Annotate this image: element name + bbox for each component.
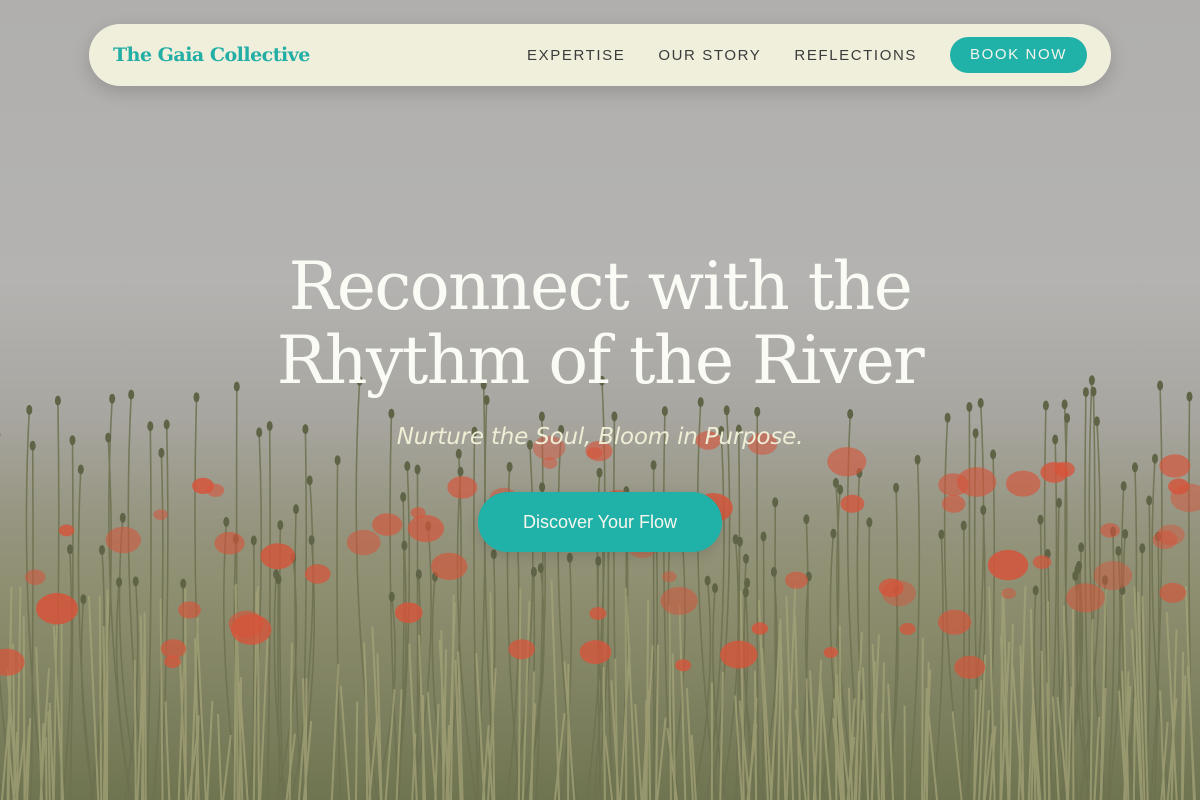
nav-links: EXPERTISE OUR STORY REFLECTIONS BOOK NOW bbox=[527, 37, 1087, 73]
brand-logo[interactable]: The Gaia Collective bbox=[113, 44, 310, 66]
hero-title-line-2: Rhythm of the River bbox=[276, 322, 925, 399]
navbar: The Gaia Collective EXPERTISE OUR STORY … bbox=[89, 24, 1111, 86]
nav-link-our-story[interactable]: OUR STORY bbox=[658, 47, 761, 64]
discover-your-flow-button[interactable]: Discover Your Flow bbox=[478, 492, 722, 552]
book-now-button[interactable]: BOOK NOW bbox=[950, 37, 1087, 73]
hero-title-line-1: Reconnect with the bbox=[288, 248, 913, 325]
nav-link-expertise[interactable]: EXPERTISE bbox=[527, 47, 625, 64]
hero-subtitle: Nurture the Soul, Bloom in Purpose. bbox=[396, 424, 804, 450]
nav-link-reflections[interactable]: REFLECTIONS bbox=[794, 47, 917, 64]
hero-content: Reconnect with the Rhythm of the River N… bbox=[0, 250, 1200, 552]
hero-section: The Gaia Collective EXPERTISE OUR STORY … bbox=[0, 0, 1200, 800]
hero-title: Reconnect with the Rhythm of the River bbox=[0, 250, 1200, 398]
